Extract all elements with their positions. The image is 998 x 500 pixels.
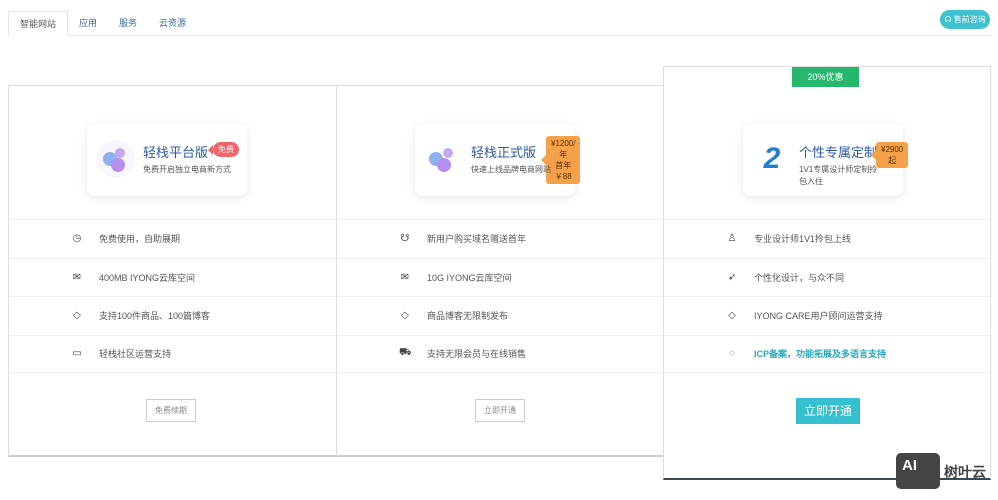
feature-text: 商品博客无限制发布 [427,311,509,322]
headset-icon: ☊ [944,15,952,24]
tab-services[interactable]: 服务 [108,11,148,36]
feature-list: ☋ 新用户购买域名赠送首年 ✉ 10G IYONG云库空间 ◇ 商品博客无限制发布 ⛟… [337,219,663,373]
open-now-button[interactable]: 立即开通 [475,399,525,422]
plan-logo-icon [425,140,463,178]
plan-title: 个性专属定制 [799,145,878,160]
inbox-icon: ✉ [400,271,410,283]
tag-icon: ◇ [728,310,736,322]
feature-row: ☋ 新用户购买域名赠送首年 [337,219,663,258]
plan-header: 2 个性专属定制 ¥2900起 1V1专属设计师定制拎包入住 [743,124,909,196]
tab-smart-site[interactable]: 智能网站 [8,11,69,36]
open-now-button[interactable]: 立即开通 [796,398,860,424]
feature-text: 免费使用，自助展期 [99,234,181,245]
feature-text: 支持无限会员与在线销售 [427,349,527,360]
plan-subtitle: 快速上线品牌电商网站 [471,165,551,174]
monitor-icon: ▭ [72,348,82,360]
free-badge: 免费 [208,142,239,157]
feature-text: 10G IYONG云库空间 [427,272,512,283]
feature-row: ✉ 10G IYONG云库空间 [337,257,663,297]
user-icon: ♙ [727,233,737,245]
feature-row: ➶ 个性化设计，与众不同 [664,257,990,297]
plan-subtitle: 免费开启独立电商新方式 [143,165,231,174]
feature-text: 专业设计师1V1拎包上线 [754,234,852,245]
designer-logo-icon: 2 [753,140,791,178]
plan-subtitle: 1V1专属设计师定制拎包入住 [799,165,878,186]
watermark-logo: AI [896,453,940,489]
plan-title: 轻栈正式版 [471,145,537,160]
plan-title: 轻栈平台版 [143,145,209,160]
feature-row: ⛟ 支持无限会员与在线销售 [337,334,663,373]
cart-icon: ⛟ [399,347,412,359]
feature-list: ♙ 专业设计师1V1拎包上线 ➶ 个性化设计，与众不同 ◇ IYONG CARE用户顾… [664,219,990,373]
feature-text: 400MB IYONG云库空间 [99,272,196,283]
feature-row: ◇ 支持100件商品、100篇博客 [9,296,336,335]
price-badge: ¥1200/年 首年￥88 [540,136,581,184]
tab-apps[interactable]: 应用 [68,11,108,36]
plan-logo-icon [97,140,135,178]
presales-consult-button[interactable]: ☊ 售前咨询 [940,10,990,29]
feature-row: ◷ 免费使用，自助展期 [9,219,336,258]
plan-header: 轻栈平台版 免费 免费开启独立电商新方式 [87,124,247,196]
feature-text: IYONG CARE用户顾问运营支持 [754,311,883,322]
plan-card-platform: 轻栈平台版 免费 免费开启独立电商新方式 ◷ 免费使用，自助展期 ✉ 400MB I… [8,85,337,457]
feature-row: ♙ 专业设计师1V1拎包上线 [664,219,990,258]
rocket-icon: ➶ [727,271,737,283]
feature-text: ICP备案，功能拓展及多语言支持 [754,349,887,360]
clock-icon: ◷ [72,233,82,245]
renew-free-button[interactable]: 免费续期 [146,399,196,422]
tag-icon: ◇ [401,310,409,322]
tag-icon: ◇ [73,310,81,322]
tab-cloud[interactable]: 云资源 [148,11,197,36]
feature-row: ◇ 商品博客无限制发布 [337,296,663,335]
feature-list: ◷ 免费使用，自助展期 ✉ 400MB IYONG云库空间 ◇ 支持100件商品、10… [9,219,336,373]
discount-badge: 20%优惠 [792,67,859,87]
feature-row: ◇ IYONG CARE用户顾问运营支持 [664,296,990,335]
feature-text: 个性化设计，与众不同 [754,272,845,283]
feature-row: ✉ 400MB IYONG云库空间 [9,257,336,297]
plan-card-custom: 20%优惠 2 个性专属定制 ¥2900起 1V1专属设计师定制拎包入住 ♙ 专业… [663,66,991,480]
feature-text: 新用户购买域名赠送首年 [427,234,527,245]
plan-card-official: 轻栈正式版 ¥1200/年 首年￥88 快速上线品牌电商网站 ☋ 新用户购买域名赠送… [336,85,664,457]
feature-text: 轻栈社区运营支持 [99,349,172,360]
nav-tabs: 智能网站 应用 服务 云资源 [8,11,990,36]
watermark-text: 树叶云 [944,464,986,480]
chat-icon: ◌ [729,348,735,360]
plan-header: 轻栈正式版 ¥1200/年 首年￥88 快速上线品牌电商网站 [415,124,581,196]
feature-row: ▭ 轻栈社区运营支持 [9,334,336,373]
watermark-logo-text: AI [902,457,917,474]
feature-row: ◌ ICP备案，功能拓展及多语言支持 [664,334,990,373]
consult-label: 售前咨询 [953,15,986,24]
feature-text: 支持100件商品、100篇博客 [99,311,211,322]
price-annual: ¥1200/年 [551,139,576,159]
inbox-icon: ✉ [72,271,82,283]
award-icon: ☋ [400,233,410,245]
